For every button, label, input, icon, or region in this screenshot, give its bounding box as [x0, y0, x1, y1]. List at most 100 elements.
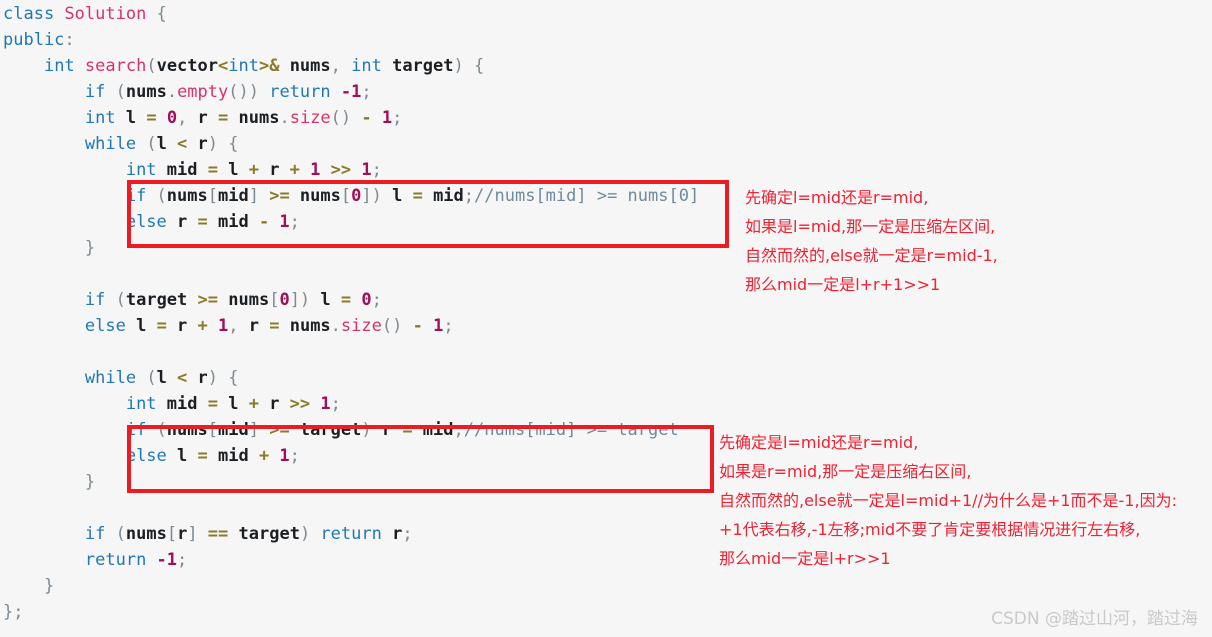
code-token-id: vector	[156, 56, 218, 76]
code-token-pun: ())	[228, 82, 270, 102]
code-token-id: mid	[218, 420, 249, 440]
code-token-op: <	[177, 134, 198, 154]
code-token-id: l	[228, 160, 249, 180]
code-token-pun: [	[269, 290, 280, 310]
code-token-id: l	[156, 368, 178, 388]
annotation-second-line: 那么mid一定是l+r>>1	[719, 549, 891, 568]
code-token-pun: (	[146, 368, 157, 388]
code-token-pun: ]	[248, 186, 270, 206]
code-line: if (nums.empty()) return -1;	[0, 79, 1212, 105]
code-token-cmt: //nums[mid] >= target	[463, 420, 679, 440]
code-token-op: >=	[269, 420, 300, 440]
annotation-first-line: 先确定l=mid还是r=mid,	[745, 188, 929, 207]
code-token-num: 1	[279, 446, 290, 466]
code-token-pun: )	[299, 524, 321, 544]
code-line: while (l < r) {	[0, 131, 1212, 157]
code-token-op: >=	[197, 290, 229, 310]
code-token-kw: int	[125, 394, 167, 414]
code-token-pun: [	[166, 524, 178, 544]
code-token-id: r	[197, 134, 208, 154]
code-token-num: 0	[351, 186, 362, 206]
code-token-pun: ;	[289, 212, 300, 232]
code-token-id: mid	[433, 186, 464, 206]
code-line: }	[0, 573, 1212, 599]
code-token-kw: return	[320, 524, 393, 544]
code-token-kw: if	[84, 290, 116, 310]
code-token-pun: }	[3, 576, 55, 596]
code-token-fn: size	[340, 316, 382, 336]
code-token-id: nums	[279, 56, 331, 76]
code-token-op: <	[218, 56, 229, 76]
code-token-pun: )	[361, 420, 382, 440]
code-token-fn: search	[84, 56, 147, 76]
code-token-op: <	[177, 368, 198, 388]
code-token-id: nums	[299, 186, 341, 206]
code-token-op: -	[412, 316, 434, 336]
annotation-first-line: 如果是l=mid,那一定是压缩左区间,	[745, 217, 996, 236]
code-token-op: =	[146, 108, 167, 128]
code-token-pun: ;	[463, 186, 475, 206]
annotation-first-line: 自然而然的,else就一定是r=mid-1,	[745, 246, 998, 265]
code-token-pun: :	[64, 30, 75, 50]
code-token-op: =	[269, 316, 290, 336]
code-line	[0, 339, 1212, 365]
code-token-pun: ;	[453, 420, 464, 440]
code-token-kw: int	[351, 56, 393, 76]
code-token-pun: (	[156, 186, 167, 206]
code-token-op: >>	[330, 160, 362, 180]
code-token-pun: [	[340, 186, 352, 206]
code-token-pun: }	[3, 472, 96, 492]
code-token-op: =	[412, 186, 434, 206]
code-token-id: l	[177, 446, 198, 466]
code-line: public:	[0, 27, 1212, 53]
code-token-pun: ,	[228, 316, 249, 336]
annotation-first-line: 那么mid一定是l+r+1>>1	[745, 275, 941, 294]
code-token-id: r	[269, 160, 290, 180]
code-token-id: r	[177, 212, 198, 232]
code-token-op: -	[361, 108, 382, 128]
code-token-kw: else	[125, 446, 178, 466]
code-token-op: +	[289, 160, 311, 180]
code-token-kw: while	[84, 368, 147, 388]
annotation-second-line: 自然而然的,else就一定是l=mid+1//为什么是+1而不是-1,因为:	[719, 491, 1177, 510]
code-line: int mid = l + r >> 1;	[0, 391, 1212, 417]
code-line: class Solution {	[0, 1, 1212, 27]
code-token-id: l	[136, 316, 157, 336]
code-token-id: r	[197, 368, 208, 388]
code-token-id: mid	[422, 420, 454, 440]
code-token-kw: return	[84, 550, 157, 570]
code-line: while (l < r) {	[0, 365, 1212, 391]
code-token-kw: int	[125, 160, 167, 180]
code-token-pun: ;	[330, 394, 341, 414]
code-token-num: 1	[381, 108, 393, 128]
code-token-num: 1	[320, 394, 331, 414]
code-token-cmt: //nums[mid] >= nums[0]	[474, 186, 700, 206]
code-token-pun: ()	[330, 108, 362, 128]
annotation-second-line: +1代表右移,-1左移;mid不要了肯定要根据情况进行左右移,	[719, 520, 1141, 539]
code-token-pun: };	[3, 602, 24, 622]
code-token-kw: else	[84, 316, 137, 336]
code-token-id: nums	[166, 186, 208, 206]
code-token-pun: ) {	[207, 134, 239, 154]
annotation-second-line: 先确定是l=mid还是r=mid,	[719, 433, 919, 452]
code-token-pun: ]	[248, 420, 270, 440]
code-token-op: =	[340, 290, 362, 310]
code-line: if (target >= nums[0]) l = 0;	[0, 287, 1212, 313]
code-token-pun: (	[115, 82, 126, 102]
code-token-op: =	[207, 160, 229, 180]
annotation-first-loop: 先确定l=mid还是r=mid, 如果是l=mid,那一定是压缩左区间, 自然而然的…	[745, 183, 998, 299]
annotation-second-loop: 先确定是l=mid还是r=mid, 如果是r=mid,那一定是压缩右区间, 自然而然…	[719, 428, 1177, 573]
code-token-id: r	[197, 108, 219, 128]
code-token-pun: }	[3, 238, 96, 258]
code-token-id: nums	[166, 420, 208, 440]
code-line: int mid = l + r + 1 >> 1;	[0, 157, 1212, 183]
code-token-kw: return	[269, 82, 341, 102]
code-token-id: r	[392, 524, 403, 544]
